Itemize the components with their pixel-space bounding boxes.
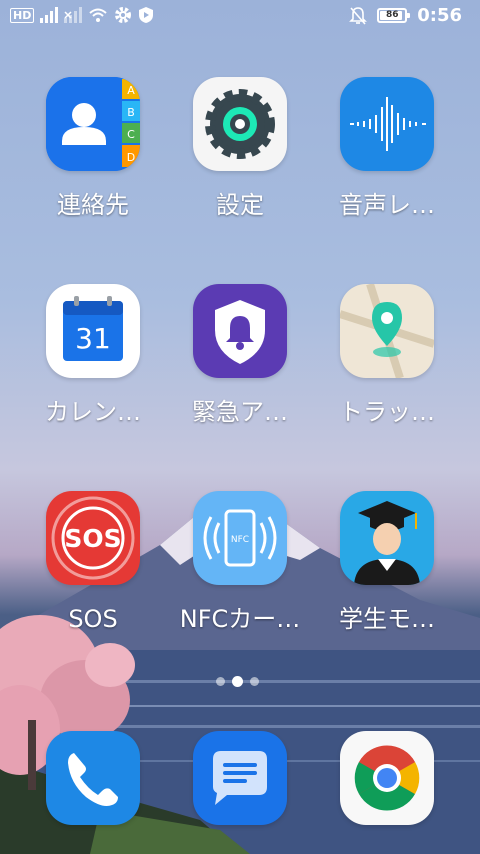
contacts-tab-c: C bbox=[127, 128, 135, 141]
contacts-icon: A B C D bbox=[46, 77, 140, 171]
app-student-mode[interactable]: 学生モ… bbox=[314, 491, 460, 633]
notifications-off-icon bbox=[349, 6, 368, 25]
battery-level: 86 bbox=[385, 10, 399, 20]
contacts-tab-d: D bbox=[127, 151, 135, 164]
app-settings[interactable]: 設定 bbox=[167, 77, 313, 219]
app-label: NFCカー… bbox=[179, 605, 301, 633]
page-dot-active[interactable] bbox=[232, 676, 243, 687]
page-indicator bbox=[216, 676, 259, 687]
shield-icon bbox=[139, 7, 154, 23]
app-label: 連絡先 bbox=[57, 191, 129, 219]
app-label: カレン… bbox=[45, 398, 141, 426]
app-label: トラッ… bbox=[339, 398, 435, 426]
calendar-icon: 31 bbox=[46, 284, 140, 378]
status-bar: HD 86 0:56 bbox=[0, 0, 480, 36]
calendar-date: 31 bbox=[75, 322, 111, 355]
phone-icon bbox=[46, 731, 140, 825]
app-tracker[interactable]: トラッ… bbox=[314, 284, 460, 426]
dock-messages[interactable] bbox=[167, 731, 313, 825]
student-mode-icon bbox=[340, 491, 434, 585]
signal-icon bbox=[40, 7, 59, 23]
sos-text: SOS bbox=[64, 524, 121, 553]
app-label: 学生モ… bbox=[339, 605, 435, 633]
nfc-card-icon: NFC bbox=[193, 491, 287, 585]
chrome-icon bbox=[340, 731, 434, 825]
app-label: 音声レ… bbox=[339, 191, 435, 219]
settings-gear-icon bbox=[115, 7, 132, 23]
emergency-alert-icon bbox=[193, 284, 287, 378]
app-calendar[interactable]: 31 カレン… bbox=[20, 284, 166, 426]
clock: 0:56 bbox=[417, 5, 462, 26]
contacts-tab-b: B bbox=[127, 106, 135, 119]
hd-badge: HD bbox=[10, 7, 35, 23]
app-label: 設定 bbox=[216, 191, 264, 219]
app-label: 緊急ア… bbox=[192, 398, 288, 426]
tracker-map-icon bbox=[340, 284, 434, 378]
settings-icon bbox=[193, 77, 287, 171]
wifi-icon bbox=[89, 8, 108, 22]
dock-phone[interactable] bbox=[20, 731, 166, 825]
contacts-tab-a: A bbox=[127, 84, 135, 97]
page-dot[interactable] bbox=[216, 677, 225, 686]
app-nfc-card[interactable]: NFC NFCカー… bbox=[167, 491, 313, 633]
messages-icon bbox=[193, 731, 287, 825]
signal-no-sim-icon bbox=[64, 7, 83, 23]
app-label: SOS bbox=[68, 605, 118, 633]
sos-icon: SOS bbox=[46, 491, 140, 585]
app-contacts[interactable]: A B C D 連絡先 bbox=[20, 77, 166, 219]
voice-recorder-icon bbox=[340, 77, 434, 171]
nfc-text: NFC bbox=[231, 535, 249, 545]
app-sos[interactable]: SOS SOS bbox=[20, 491, 166, 633]
app-voice-recorder[interactable]: 音声レ… bbox=[314, 77, 460, 219]
app-emergency-alert[interactable]: 緊急ア… bbox=[167, 284, 313, 426]
page-dot[interactable] bbox=[250, 677, 259, 686]
dock-chrome[interactable] bbox=[314, 731, 460, 825]
battery-icon: 86 bbox=[377, 8, 411, 23]
